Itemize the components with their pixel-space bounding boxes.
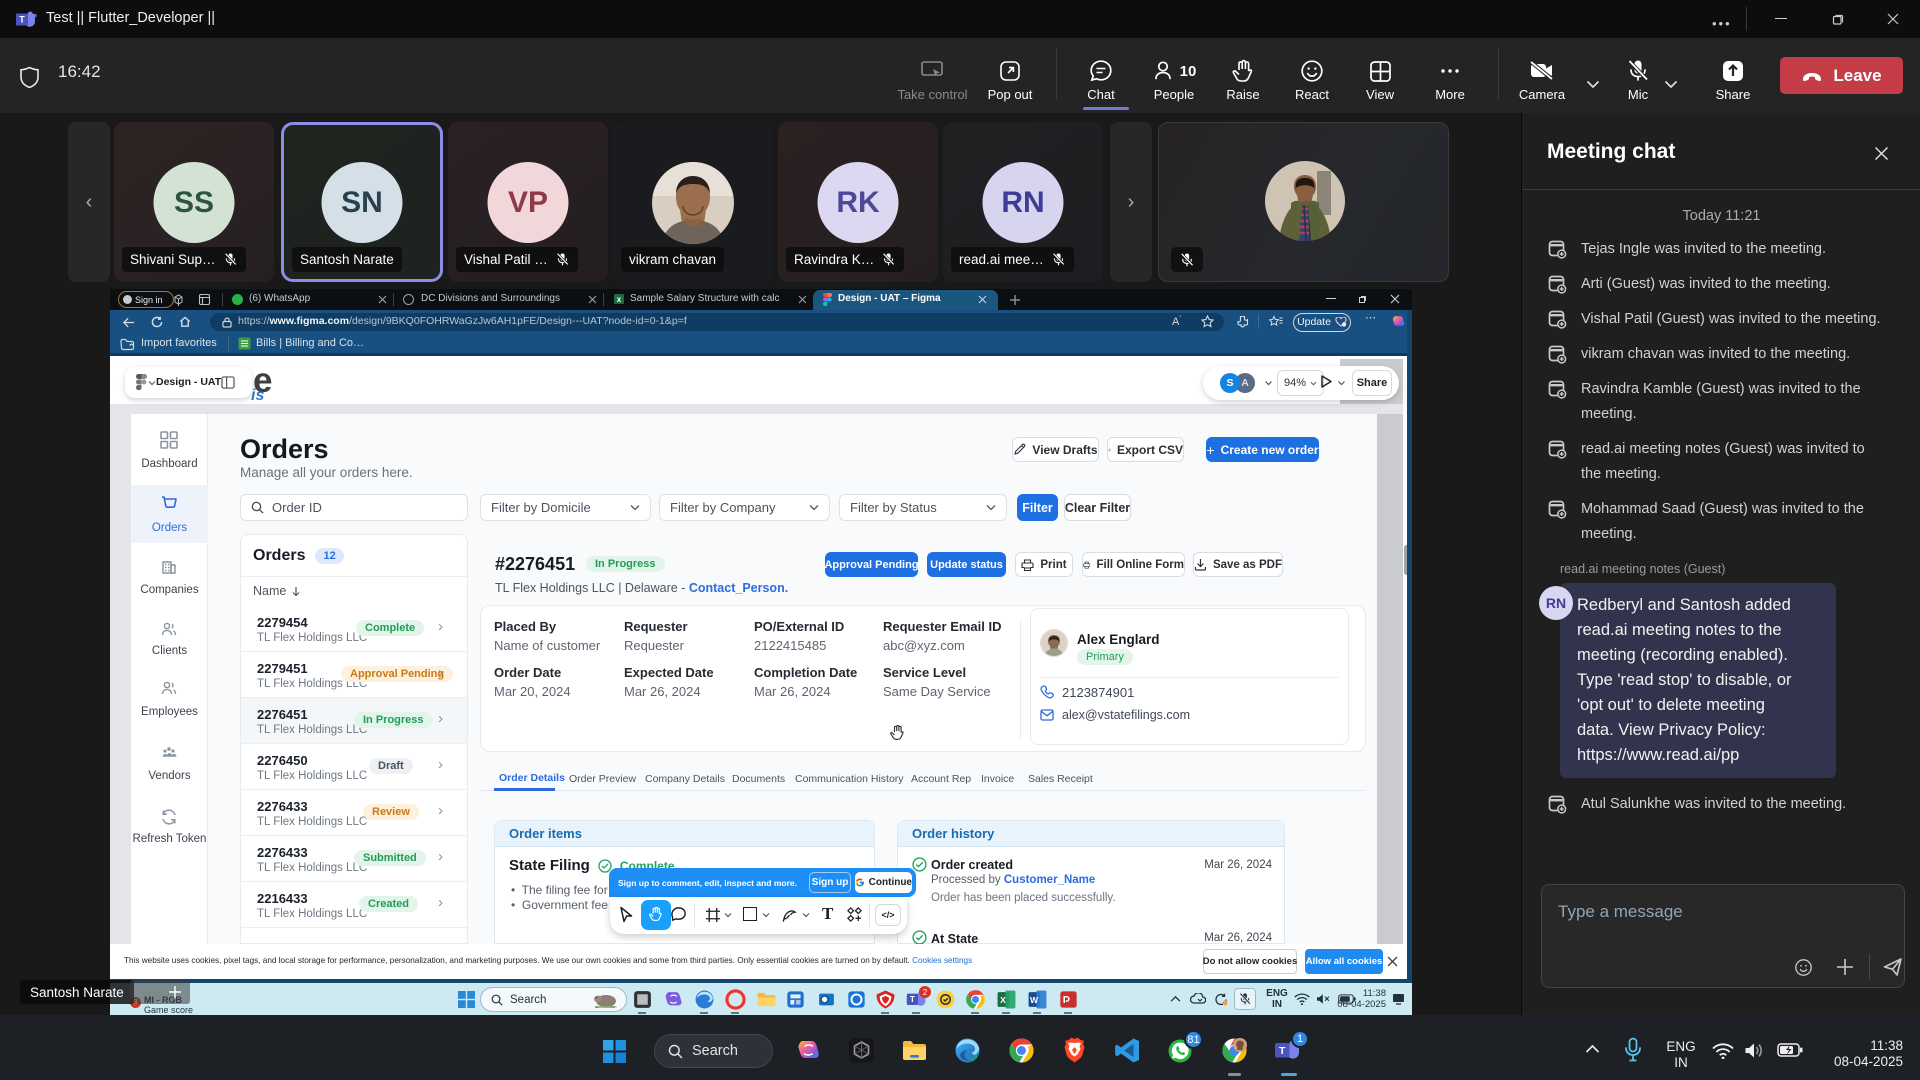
svg-text:T: T <box>910 995 915 1004</box>
svg-text:T: T <box>1279 1045 1286 1057</box>
svg-text:T: T <box>19 15 25 25</box>
svg-text:x: x <box>617 295 622 304</box>
svg-text:W: W <box>1030 995 1039 1005</box>
svg-text:X: X <box>1000 995 1006 1005</box>
